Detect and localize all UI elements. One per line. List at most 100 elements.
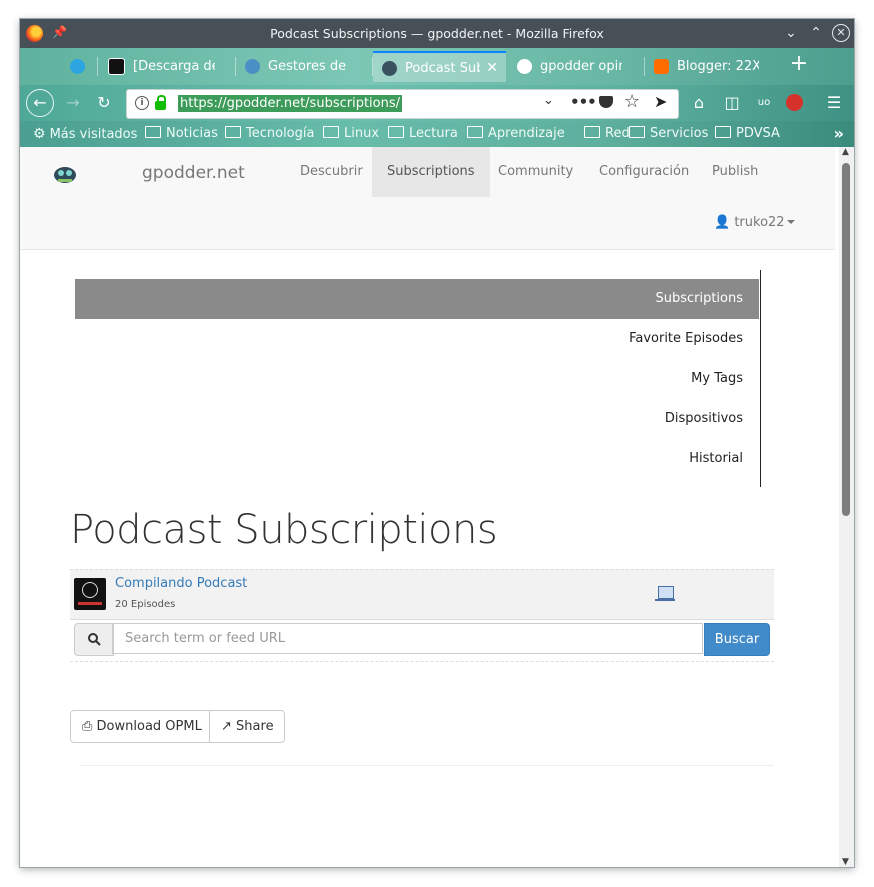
search-button[interactable]: Buscar [704,623,770,656]
divider [80,765,774,766]
new-tab-button[interactable]: + [788,53,810,76]
pocket-icon[interactable] [599,96,613,108]
podcast-cover[interactable] [74,578,106,610]
folder-icon [584,126,600,138]
user-menu[interactable]: 👤 truko22 [714,215,795,230]
back-button[interactable]: ← [26,89,54,117]
nav-configuracion[interactable]: Configuración [584,147,704,197]
scroll-up-icon[interactable]: ▲ [842,147,849,157]
episode-count: 20 Episodes [115,599,176,610]
folder-icon [388,126,404,138]
info-icon[interactable]: i [135,96,149,110]
tab-active[interactable]: Podcast Sub ✕ [373,51,506,82]
blogger-globe-icon [245,59,260,74]
navigation-bar: ← → ↻ i https://gpodder.net/subscription… [20,85,854,121]
menu-icon[interactable]: ☰ [824,93,844,113]
page-title: Podcast Subscriptions [70,507,498,553]
sidemenu-historial[interactable]: Historial [75,439,759,479]
bookmarks-bar: ⚙ Más visitados Noticias Tecnología Linux… [20,121,854,147]
tab-label: Podcast Sub [405,61,480,76]
sidemenu-my-tags[interactable]: My Tags [75,359,759,399]
tab-item[interactable]: Gestores de po [245,51,373,82]
bookmark-item[interactable]: ⚙ Más visitados [33,126,137,142]
ublock-icon[interactable]: uo [754,93,774,113]
site-brand[interactable]: gpodder.net [142,163,245,183]
folder-icon [629,126,645,138]
tab-label: gpodder opinio [540,59,622,74]
share-button[interactable]: ↗ Share [209,710,285,743]
address-bar[interactable]: i https://gpodder.net/subscriptions/ ⌄ •… [126,89,679,119]
bookmark-star-icon[interactable]: ☆ [624,91,640,112]
gpodder-icon [382,61,397,76]
document-icon [108,58,125,75]
window-title: Podcast Subscriptions — gpodder.net - Mo… [270,26,604,41]
site-navbar: gpodder.net Descubrir Subscriptions Comm… [20,147,835,250]
scroll-down-icon[interactable]: ▼ [842,857,849,867]
lock-icon[interactable] [155,95,166,110]
tab-bar: [Descarga del d Gestores de po Podcast S… [20,48,854,85]
gear-icon: ⚙ [33,126,46,142]
tab-item[interactable]: Blogger: 22XD [654,51,778,82]
user-icon: 👤 [714,215,731,230]
reload-button[interactable]: ↻ [90,89,118,117]
url-text[interactable]: https://gpodder.net/subscriptions/ [178,95,403,112]
bookmark-folder[interactable]: Lectura [388,126,458,141]
google-icon [517,59,532,74]
podcast-title-link[interactable]: Compilando Podcast [115,576,247,591]
folder-icon [323,126,339,138]
tab-item[interactable]: gpodder opinio [517,51,645,82]
search-row: Search term or feed URL Buscar [70,619,774,662]
folder-icon [145,126,161,138]
bookmark-folder[interactable]: PDVSA [715,126,780,141]
bookmark-folder[interactable]: Noticias [145,126,218,141]
vertical-scrollbar[interactable]: ▲ ▼ [839,147,854,867]
minimize-icon[interactable]: ⌄ [781,23,801,43]
gpodder-logo-icon[interactable] [53,164,77,184]
folder-icon [467,126,483,138]
chevron-right-icon[interactable]: » [834,124,844,143]
bookmark-folder[interactable]: Red [584,126,630,141]
tab-label: [Descarga del d [133,59,215,74]
telegram-icon [70,59,85,74]
download-icon: ⎙ [82,719,93,734]
table-row: Compilando Podcast 20 Episodes [70,569,774,620]
nav-subscriptions[interactable]: Subscriptions [372,147,490,197]
bookmark-folder[interactable]: Linux [323,126,379,141]
extension-icon[interactable] [786,94,803,111]
search-input[interactable]: Search term or feed URL [112,623,703,654]
sidebar-icon[interactable]: ◫ [722,93,742,113]
folder-icon [225,126,241,138]
search-icon [74,623,114,656]
sidemenu-subscriptions[interactable]: Subscriptions [75,279,759,319]
sidemenu-dispositivos[interactable]: Dispositivos [75,399,759,439]
laptop-icon[interactable] [655,586,675,601]
side-menu: Subscriptions Favorite Episodes My Tags … [75,270,761,487]
page-content: gpodder.net Descubrir Subscriptions Comm… [20,147,839,867]
tab-label: Gestores de po [268,59,350,74]
send-icon[interactable]: ➤ [654,92,667,111]
forward-button[interactable]: → [59,89,87,117]
bookmark-folder[interactable]: Tecnología [225,126,314,141]
chevron-down-icon[interactable]: ⌄ [543,93,554,108]
folder-icon [715,126,731,138]
page-actions-icon[interactable]: ••• [570,93,597,111]
close-tab-icon[interactable]: ✕ [486,53,498,82]
share-icon: ↗ [221,719,232,734]
title-bar: 📌 Podcast Subscriptions — gpodder.net - … [20,19,854,48]
browser-window: 📌 Podcast Subscriptions — gpodder.net - … [20,19,854,867]
maximize-icon[interactable]: ⌃ [806,23,826,43]
caret-down-icon [786,220,795,224]
home-icon[interactable]: ⌂ [689,93,709,113]
nav-descubrir[interactable]: Descubrir [285,147,378,197]
scrollbar-thumb[interactable] [842,163,850,516]
bookmark-folder[interactable]: Aprendizaje [467,126,565,141]
bookmark-folder[interactable]: Servicios [629,126,708,141]
close-window-icon[interactable]: ✕ [832,24,850,42]
tab-label: Blogger: 22XD [677,59,759,74]
nav-community[interactable]: Community [483,147,588,197]
sidemenu-favorite-episodes[interactable]: Favorite Episodes [75,319,759,359]
nav-publish[interactable]: Publish [697,147,773,197]
tab-item[interactable]: [Descarga del d [108,51,236,82]
tab-telegram[interactable] [70,51,98,82]
download-opml-button[interactable]: ⎙ Download OPML [70,710,210,743]
